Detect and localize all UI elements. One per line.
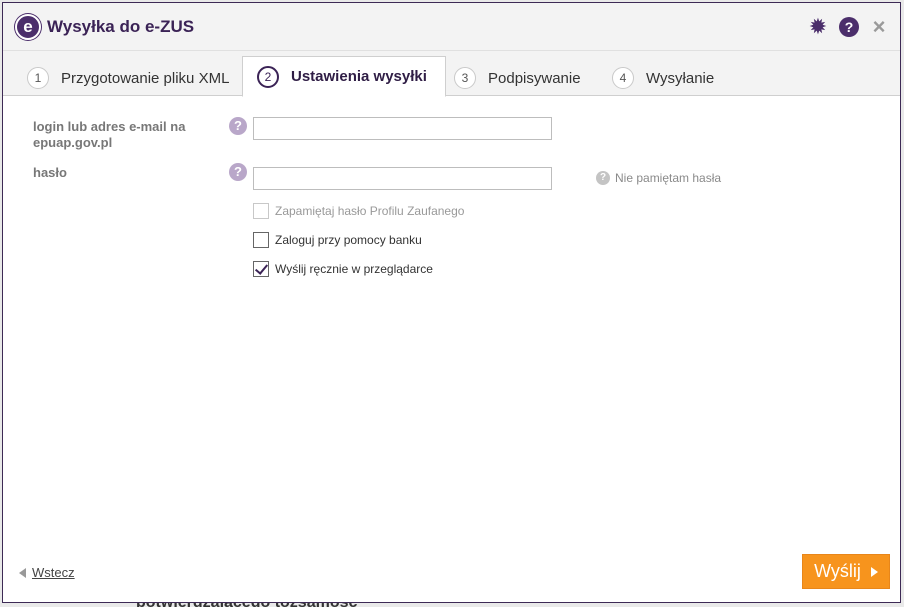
help-icon[interactable]: ?: [839, 17, 859, 37]
tab-prepare-xml[interactable]: 1 Przygotowanie pliku XML: [27, 65, 229, 91]
wizard-tabs: 1 Przygotowanie pliku XML 2 Ustawienia w…: [3, 51, 900, 97]
back-label: Wstecz: [32, 565, 75, 580]
dialog-titlebar: e Wysyłka do e-ZUS ✹ ? ×: [3, 3, 900, 51]
tab-signing[interactable]: 3 Podpisywanie: [454, 65, 581, 91]
send-label: Wyślij: [814, 561, 861, 581]
tab-label: Ustawienia wysyłki: [291, 68, 427, 85]
login-input[interactable]: [253, 117, 552, 140]
checkbox-box: [253, 232, 269, 248]
password-label: hasło: [33, 165, 67, 180]
password-input[interactable]: [253, 167, 552, 190]
checkbox-label: Zaloguj przy pomocy banku: [275, 233, 422, 247]
tab-number: 2: [257, 65, 279, 88]
password-help-icon[interactable]: ?: [229, 163, 247, 181]
forgot-password-link[interactable]: ? Nie pamiętam hasła: [596, 171, 721, 185]
checkbox-label: Wyślij ręcznie w przeglądarce: [275, 262, 433, 276]
close-icon[interactable]: ×: [869, 16, 889, 38]
tab-number: 4: [612, 67, 634, 89]
send-dialog: e Wysyłka do e-ZUS ✹ ? × 1 Przygotowanie…: [2, 2, 901, 603]
manual-send-checkbox[interactable]: Wyślij ręcznie w przeglądarce: [253, 261, 433, 277]
tab-number: 3: [454, 67, 476, 89]
tab-sending[interactable]: 4 Wysyłanie: [612, 65, 714, 91]
tab-label: Przygotowanie pliku XML: [61, 69, 230, 87]
checkbox-box: [253, 203, 269, 219]
checkbox-box: [253, 261, 269, 277]
dialog-title: Wysyłka do e-ZUS: [47, 17, 195, 36]
tab-label: Podpisywanie: [488, 69, 581, 87]
tab-number: 1: [27, 67, 49, 89]
remember-password-checkbox[interactable]: Zapamiętaj hasło Profilu Zaufanego: [253, 203, 464, 219]
login-help-icon[interactable]: ?: [229, 117, 247, 135]
tab-label: Wysyłanie: [646, 69, 715, 87]
checkbox-label: Zapamiętaj hasło Profilu Zaufanego: [275, 204, 465, 218]
back-link[interactable]: Wstecz: [19, 565, 75, 580]
forgot-password-label: Nie pamiętam hasła: [615, 171, 722, 185]
tab-send-settings[interactable]: 2 Ustawienia wysyłki: [242, 56, 446, 97]
arrow-left-icon: [19, 567, 26, 578]
bank-login-checkbox[interactable]: Zaloguj przy pomocy banku: [253, 232, 422, 248]
send-button[interactable]: Wyślij: [802, 554, 890, 589]
gear-icon[interactable]: ✹: [808, 16, 828, 38]
e-logo-icon: e: [15, 14, 41, 40]
login-label: login lub adres e-mail na epuap.gov.pl: [33, 119, 186, 150]
arrow-right-icon: [870, 566, 878, 577]
question-icon: ?: [596, 171, 610, 185]
